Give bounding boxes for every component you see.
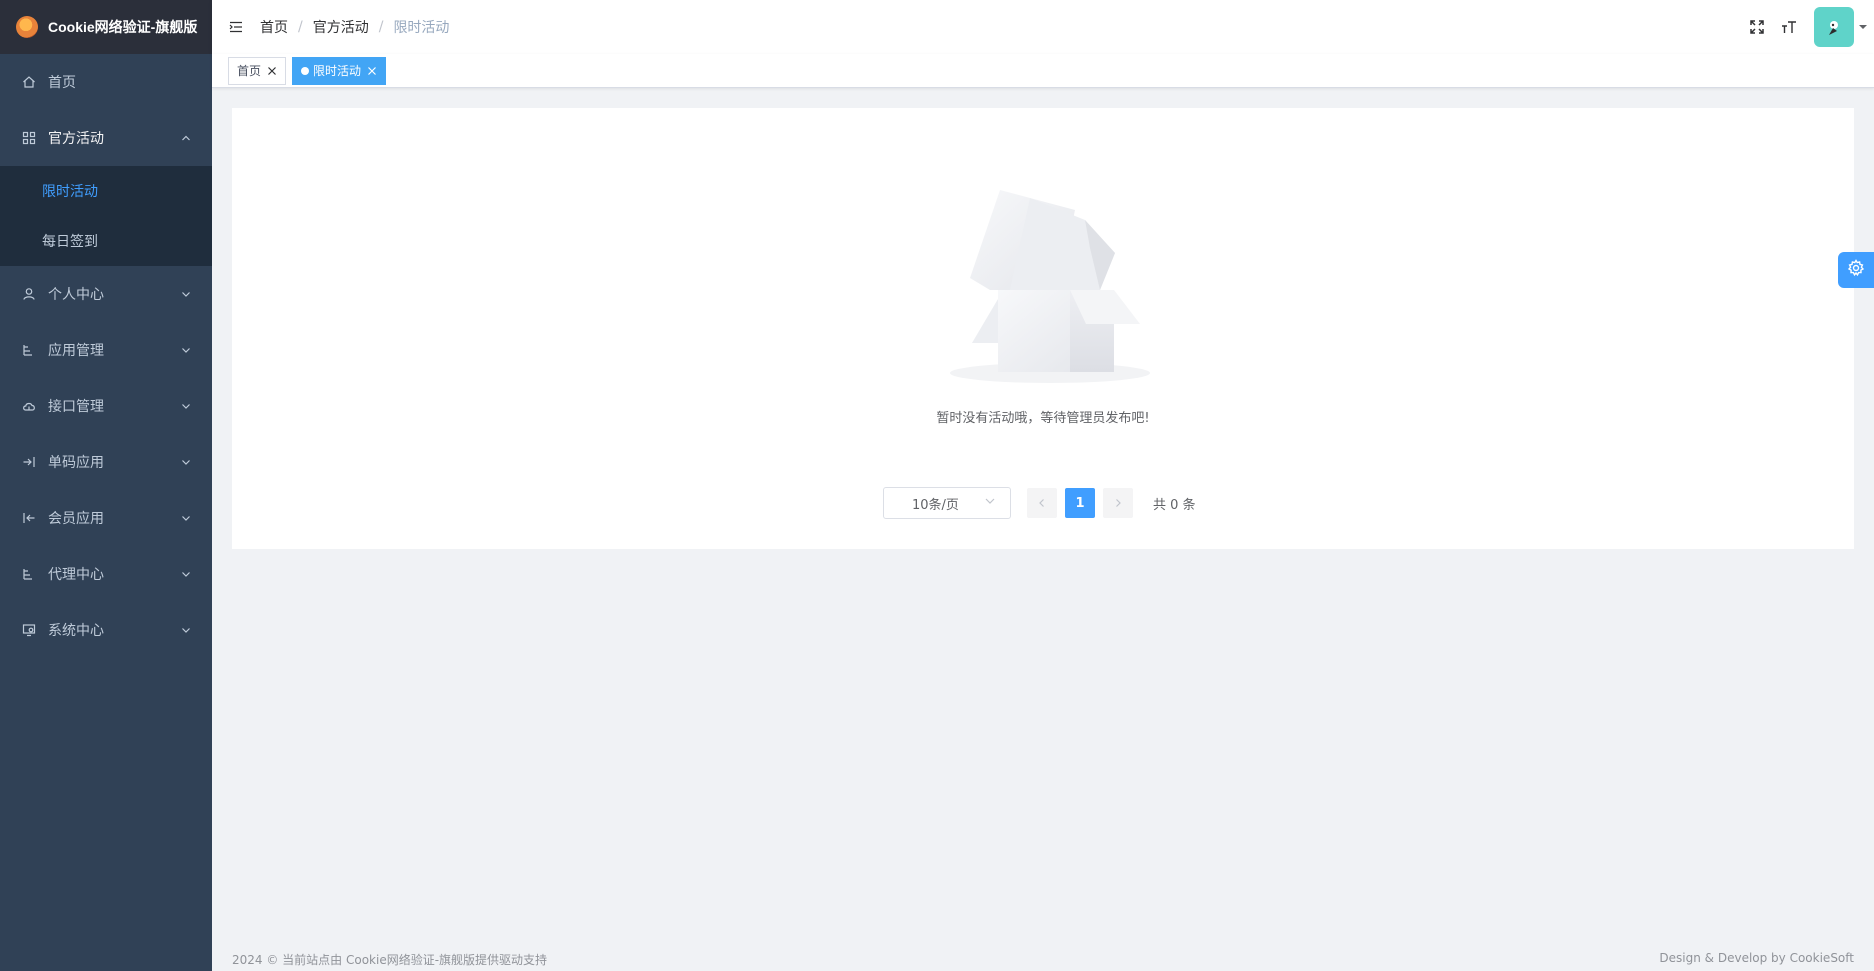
submenu-official-activity: 限时活动 每日签到 [0, 166, 212, 266]
sidebar-item-label: 官方活动 [48, 131, 104, 147]
sidebar-item-label: 代理中心 [48, 567, 104, 583]
breadcrumb: 首页 / 官方活动 / 限时活动 [260, 17, 449, 37]
cloud-icon [22, 399, 36, 413]
sidebar-item-single-code-app[interactable]: 单码应用 [0, 434, 212, 490]
sidebar-item-limited-activity[interactable]: 限时活动 [0, 166, 212, 216]
breadcrumb-home[interactable]: 首页 [260, 17, 288, 37]
sidebar-item-label: 应用管理 [48, 343, 104, 359]
sidebar-item-label: 单码应用 [48, 455, 104, 471]
home-icon [22, 75, 36, 89]
tag-label: 首页 [237, 63, 262, 78]
close-icon[interactable] [267, 66, 277, 76]
tree-icon [22, 343, 36, 357]
sidebar-item-label: 会员应用 [48, 511, 104, 527]
font-size-icon[interactable] [1776, 14, 1802, 40]
close-icon[interactable] [367, 66, 377, 76]
logo-title: Cookie网络验证-旗舰版 [48, 19, 198, 35]
monitor-icon [22, 623, 36, 637]
sidebar-item-label: 系统中心 [48, 623, 104, 639]
page-size-value: 10条/页 [912, 497, 959, 513]
prev-page-button[interactable] [1027, 488, 1057, 518]
footer-copyright: 2024 © 当前站点由 Cookie网络验证-旗舰版提供驱动支持 [232, 953, 548, 967]
footer-credit: Design & Develop by CookieSoft [1659, 951, 1854, 965]
sidebar-item-label: 个人中心 [48, 287, 104, 303]
sidebar-item-system-center[interactable]: 系统中心 [0, 602, 212, 658]
chevron-down-icon [180, 568, 192, 580]
next-page-button[interactable] [1103, 488, 1133, 518]
active-dot [301, 66, 310, 75]
empty-box-illustration [940, 178, 1170, 398]
tag-label: 限时活动 [313, 63, 362, 78]
page-size-select[interactable]: 10条/页 [883, 487, 1011, 519]
tag-home[interactable]: 首页 [228, 56, 287, 85]
empty-message: 暂时没有活动哦，等待管理员发布吧! [936, 411, 1150, 426]
chevron-down-icon [180, 400, 192, 412]
chevron-down-icon [180, 344, 192, 356]
logout-icon [22, 511, 36, 525]
navbar: 首页 / 官方活动 / 限时活动 [212, 0, 1874, 54]
footer: 2024 © 当前站点由 Cookie网络验证-旗舰版提供驱动支持 Design… [232, 951, 1854, 969]
chevron-down-icon [180, 624, 192, 636]
login-icon [22, 455, 36, 469]
breadcrumb-separator: / [298, 19, 303, 35]
tag-limited-activity[interactable]: 限时活动 [292, 56, 387, 85]
gear-icon [1847, 259, 1865, 281]
chevron-down-icon [984, 495, 996, 511]
sidebar-item-api-management[interactable]: 接口管理 [0, 378, 212, 434]
fullscreen-icon[interactable] [1744, 14, 1770, 40]
chevron-down-icon [180, 288, 192, 300]
page-number-button[interactable]: 1 [1065, 488, 1095, 518]
sidebar-item-home[interactable]: 首页 [0, 54, 212, 110]
navbar-tools [1744, 0, 1874, 54]
avatar[interactable] [1814, 7, 1854, 47]
sidebar-item-agent-center[interactable]: 代理中心 [0, 546, 212, 602]
activity-card: 暂时没有活动哦，等待管理员发布吧! 10条/页 1 共 0 条 [232, 108, 1854, 549]
sidebar-item-daily-checkin[interactable]: 每日签到 [0, 216, 212, 266]
sidebar-item-member-app[interactable]: 会员应用 [0, 490, 212, 546]
chevron-down-icon [180, 456, 192, 468]
sidebar-item-official-activity[interactable]: 官方活动 [0, 110, 212, 166]
logo[interactable]: Cookie网络验证-旗舰版 [0, 0, 212, 54]
sidebar-item-personal-center[interactable]: 个人中心 [0, 266, 212, 322]
breadcrumb-official-activity[interactable]: 官方活动 [313, 17, 369, 37]
sidebar-item-label: 接口管理 [48, 399, 104, 415]
user-icon [22, 287, 36, 301]
hamburger-icon[interactable] [228, 19, 244, 35]
settings-button[interactable] [1838, 252, 1874, 288]
pagination: 10条/页 1 共 0 条 [883, 487, 1196, 519]
sidebar: Cookie网络验证-旗舰版 首页 官方活动 限时活动 每日签到 个人中心 应用 [0, 0, 212, 971]
tree-icon [22, 567, 36, 581]
chevron-up-icon [180, 132, 192, 144]
tags-view: 首页 限时活动 [212, 54, 1874, 88]
chevron-down-icon [180, 512, 192, 524]
grid-icon [22, 131, 36, 145]
breadcrumb-current: 限时活动 [393, 20, 450, 36]
logo-icon [16, 16, 38, 38]
sidebar-item-label: 首页 [48, 75, 76, 91]
pagination-total: 共 0 条 [1153, 497, 1196, 513]
sidebar-item-app-management[interactable]: 应用管理 [0, 322, 212, 378]
caret-down-icon[interactable] [1858, 22, 1868, 32]
breadcrumb-separator: / [378, 19, 384, 35]
